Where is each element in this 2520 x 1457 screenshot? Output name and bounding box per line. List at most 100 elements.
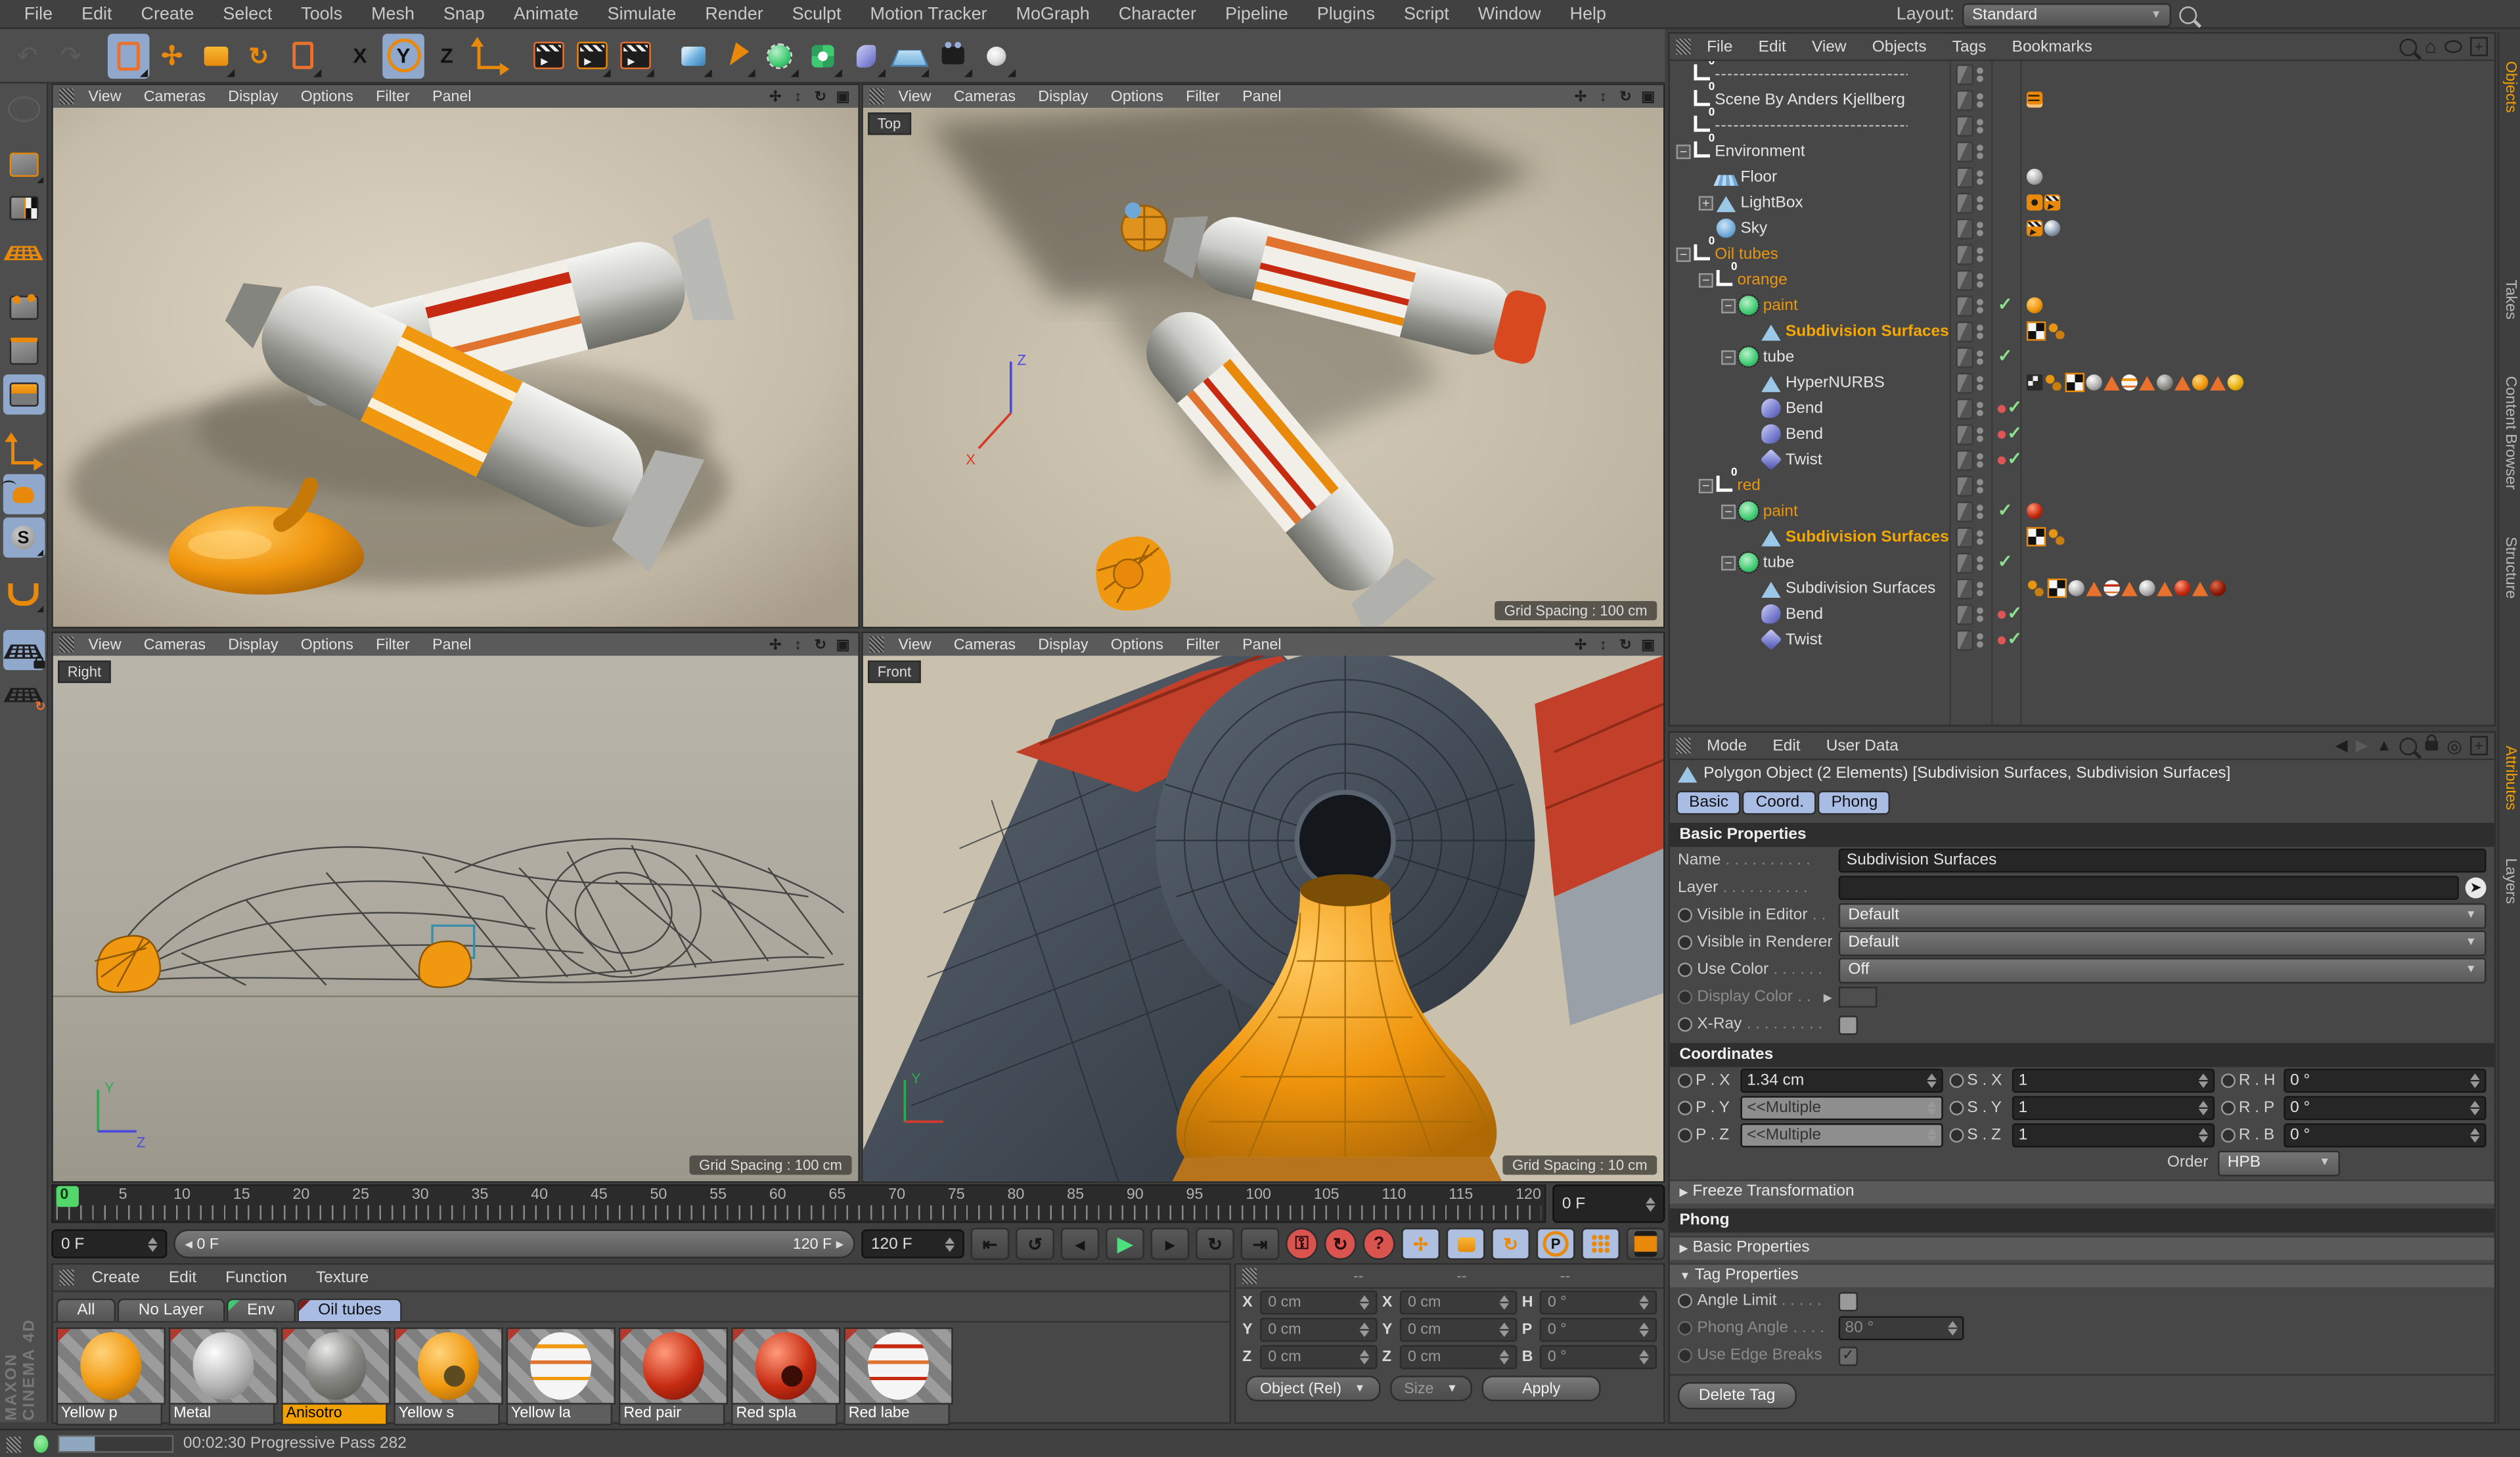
x-axis-lock[interactable]: X [339, 33, 381, 78]
size-mode-dropdown[interactable]: Size ▼ [1389, 1376, 1473, 1402]
goto-end-button[interactable]: ⇥ [1240, 1228, 1280, 1260]
lock-icon[interactable] [2425, 734, 2439, 751]
sphere-darkred-icon[interactable] [2209, 580, 2226, 596]
goto-start-button[interactable]: ⇤ [970, 1228, 1010, 1260]
current-frame-field[interactable]: 0 F [1552, 1184, 1665, 1223]
visibility-toggles[interactable] [1956, 192, 1983, 213]
animation-dot[interactable] [1949, 1128, 1964, 1143]
frame-range-slider[interactable]: ◂ 0 F 120 F ▸ [173, 1229, 855, 1259]
material-item-selected[interactable]: Anisotro [281, 1327, 391, 1425]
perspective-canvas[interactable] [53, 107, 859, 627]
collapse-icon[interactable]: − [1676, 143, 1691, 158]
object-tree-row[interactable]: −Oil tubes [1670, 236, 2494, 267]
spinner-icon[interactable] [148, 1237, 158, 1251]
coordinate-mode-dropdown[interactable]: Object (Rel) ▼ [1245, 1376, 1380, 1402]
visibility-toggles[interactable] [1956, 166, 1983, 188]
history-back-icon[interactable]: ◀ [2335, 737, 2348, 755]
tab-takes[interactable]: Takes [2499, 273, 2520, 326]
y-axis-lock[interactable]: Y [382, 33, 424, 78]
vpm-item[interactable]: Options [1100, 87, 1175, 105]
xray-checkbox[interactable] [1838, 1014, 1858, 1035]
checker-icon[interactable] [2065, 372, 2084, 392]
vpm-item[interactable]: View [887, 87, 942, 105]
spline-pen-button[interactable] [715, 33, 757, 78]
rotate-tool[interactable]: ↻ [238, 33, 280, 78]
material-item[interactable]: Yellow s [394, 1327, 503, 1425]
collapse-icon[interactable]: − [1721, 298, 1736, 313]
object-tree-row-selected[interactable]: Subdivision Surfaces [1670, 524, 2494, 550]
viewport-solo-button[interactable] [1, 474, 45, 514]
dots-icon[interactable] [2044, 374, 2064, 391]
redo-button[interactable]: ↷ [50, 33, 92, 78]
tri-icon[interactable] [2174, 375, 2191, 390]
object-tree-row[interactable]: Twist [1670, 447, 2494, 472]
texture-mode-button[interactable] [3, 188, 45, 228]
grip-icon[interactable] [1242, 1268, 1257, 1284]
spinner-icon[interactable] [1646, 1196, 1655, 1211]
delete-tag-button[interactable]: Delete Tag [1678, 1381, 1797, 1410]
autokey-button[interactable]: ↻ [1324, 1228, 1357, 1260]
collapse-icon[interactable]: − [1721, 555, 1736, 570]
tab-oil-tubes[interactable]: Oil tubes [297, 1298, 403, 1321]
sphere-orange-icon[interactable] [2026, 297, 2043, 314]
last-tool[interactable] [281, 33, 323, 78]
object-tree-row[interactable]: Bend [1670, 395, 2494, 421]
object-tree-row[interactable]: -------------------------------- [1670, 108, 2494, 138]
vpm-item[interactable]: Panel [1231, 87, 1293, 105]
tri-icon[interactable] [2086, 581, 2102, 596]
grip-icon[interactable] [869, 636, 884, 653]
vpm-item[interactable]: Options [290, 87, 365, 105]
animation-dot[interactable] [1949, 1073, 1964, 1088]
material-item[interactable]: Red pair [618, 1327, 729, 1425]
check-icon[interactable] [2008, 400, 2023, 416]
animation-dot[interactable] [1678, 1128, 1693, 1143]
record-keyframe-button[interactable]: ⚿ [1286, 1228, 1318, 1260]
sphere-silver-icon[interactable] [2068, 580, 2084, 596]
visibility-toggles[interactable] [1956, 346, 1983, 368]
vpm-item[interactable]: Cameras [133, 636, 217, 654]
next-frame-button[interactable]: ▸ [1150, 1228, 1190, 1260]
vpm-item[interactable]: View [887, 636, 942, 654]
material-item[interactable]: Metal [168, 1327, 279, 1425]
grip-icon[interactable] [6, 1435, 21, 1452]
animation-dot[interactable] [2220, 1128, 2236, 1143]
live-selection-tool[interactable] [107, 33, 150, 78]
frame-field[interactable]: 0 F [51, 1229, 168, 1259]
tri-icon[interactable] [2121, 581, 2138, 596]
previous-frame-button[interactable]: ◂ [1060, 1228, 1100, 1260]
note-icon[interactable] [2026, 91, 2043, 108]
grip-icon[interactable] [59, 636, 74, 653]
arrow-up-icon[interactable]: ▲ [2376, 737, 2392, 755]
position-x-field[interactable]: 0 cm [1259, 1290, 1378, 1315]
tab-layers[interactable]: Layers [2499, 852, 2520, 910]
maximize-icon[interactable]: ▣ [1639, 87, 1657, 105]
tri-icon[interactable] [2209, 375, 2226, 390]
object-tree-row[interactable]: Bend [1670, 421, 2494, 447]
size-y-field[interactable]: 0 cm [1399, 1318, 1518, 1342]
grip-icon[interactable] [869, 88, 884, 105]
sphere-chrome-icon[interactable] [2044, 220, 2061, 236]
visibility-toggles[interactable] [1956, 577, 1983, 599]
z-axis-lock[interactable]: Z [426, 33, 468, 78]
collapse-icon[interactable]: − [1721, 349, 1736, 365]
rotation-p-field[interactable]: 0 ° [1539, 1318, 1657, 1342]
points-mode-button[interactable] [3, 288, 45, 328]
object-tree-row[interactable]: Bend [1670, 601, 2494, 627]
previous-key-button[interactable]: ↺ [1016, 1228, 1054, 1260]
vpm-item[interactable]: Filter [1175, 87, 1231, 105]
sphere-red-icon[interactable] [2026, 503, 2043, 520]
visibility-toggles[interactable] [1956, 321, 1983, 342]
sphere-silver2-icon[interactable] [2139, 580, 2155, 596]
material-item[interactable]: Yellow la [506, 1327, 616, 1425]
visibility-toggles[interactable] [1956, 449, 1983, 470]
mi-item[interactable]: Edit [1760, 737, 1813, 755]
mi-item[interactable]: Help [1556, 4, 1621, 23]
rotation-h-field[interactable]: 0 ° [1539, 1290, 1657, 1315]
object-tree-row[interactable]: − tube [1670, 550, 2494, 575]
polygons-mode-button[interactable] [2, 374, 45, 415]
end-frame-field[interactable]: 120 F [861, 1229, 964, 1259]
mograph-button[interactable] [802, 33, 844, 78]
check-icon[interactable] [2008, 606, 2023, 621]
mi-item[interactable]: Window [1464, 4, 1556, 23]
visibility-toggles[interactable] [1956, 89, 1983, 110]
